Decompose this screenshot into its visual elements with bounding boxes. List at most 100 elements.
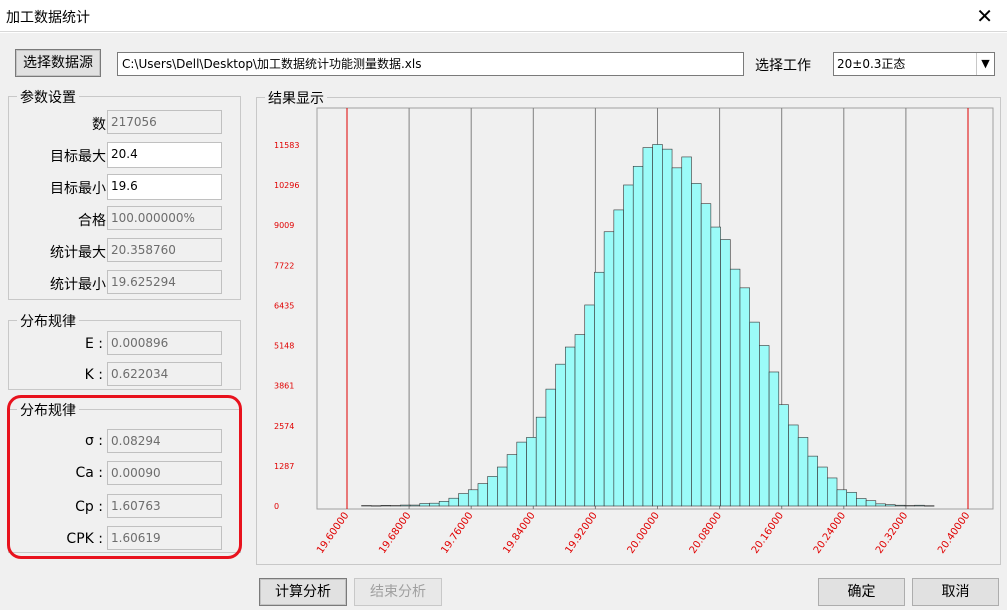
target-max-label: 目标最大 [50,149,106,165]
select-work-label: 选择工作 [755,58,811,74]
histogram-bar [419,503,430,507]
k-value-field: 0.622034 [107,362,222,386]
histogram-bar [807,455,818,507]
pass-label: 合格 [78,213,106,229]
y-tick-label: 1287 [274,462,294,471]
dist-group-1-title: 分布规律 [17,311,79,331]
histogram-bar [739,287,750,507]
work-select[interactable]: 20±0.3正态 ▼ [833,52,995,76]
histogram-bar [924,505,935,507]
histogram-bar [652,144,663,507]
histogram-bar [429,502,440,507]
select-source-button[interactable]: 选择数据源 [15,49,101,77]
title-bar: 加工数据统计 ✕ [0,0,1007,32]
histogram-bar [487,476,498,507]
histogram-bar [613,209,624,507]
target-max-field[interactable]: 20.4 [107,142,222,168]
histogram-bar [526,437,537,507]
histogram-bar [623,184,634,507]
pass-rate-field: 100.000000% [107,206,222,230]
histogram-bar [545,388,556,507]
chevron-down-icon[interactable]: ▼ [976,53,994,75]
x-tick-label: 20.08000 [688,510,724,555]
x-tick-label: 20.16000 [750,510,786,555]
x-tick-label: 19.76000 [439,510,475,555]
histogram-bar [370,505,382,507]
target-min-field[interactable]: 19.6 [107,174,222,200]
histogram-bar [700,203,712,507]
histogram-bar [710,226,721,507]
histogram-bar [565,346,576,507]
close-icon[interactable]: ✕ [976,4,993,28]
histogram-bar [390,505,401,507]
histogram-bar [836,489,848,507]
stat-min-label: 统计最小 [50,277,106,293]
y-tick-label: 11583 [274,141,299,150]
histogram-bar [671,167,683,507]
histogram-bar [797,437,809,507]
histogram-bar [497,466,508,507]
histogram-bar [632,165,644,507]
params-group-title: 参数设置 [17,87,79,107]
histogram-bar [584,304,595,507]
work-select-value: 20±0.3正态 [837,57,906,71]
k-label: K : [84,367,103,383]
stat-min-field: 19.625294 [107,270,222,294]
histogram-bar [506,454,518,507]
dialog-client: 选择数据源 C:\Users\Dell\Desktop\加工数据统计功能测量数据… [0,33,1007,610]
histogram-bar [749,321,760,507]
histogram-bar [681,156,692,507]
histogram-bar [438,501,450,507]
target-min-label: 目标最小 [50,181,106,197]
histogram-bar [904,505,915,507]
histogram-bar [400,504,411,507]
count-field: 217056 [107,110,222,134]
histogram-bar [594,271,605,507]
histogram-bar [826,477,838,507]
histogram-bar [856,498,867,507]
x-tick-label: 20.00000 [626,510,662,555]
x-tick-label: 19.60000 [315,510,351,555]
stat-max-field: 20.358760 [107,238,222,262]
histogram-bar [603,231,615,507]
y-tick-label: 5148 [274,342,294,351]
stat-max-label: 统计最大 [50,245,106,261]
histogram-bar [477,483,488,507]
window-title: 加工数据统计 [6,10,90,26]
histogram-bar [535,416,547,507]
calc-analysis-button[interactable]: 计算分析 [259,578,347,606]
histogram-bar [768,371,780,507]
x-tick-label: 19.92000 [563,510,599,555]
e-label: E : [84,336,103,352]
histogram-bar [759,345,770,507]
y-tick-label: 0 [274,502,279,511]
source-path-field[interactable]: C:\Users\Dell\Desktop\加工数据统计功能测量数据.xls [117,52,744,76]
count-label: 数 [92,117,106,133]
histogram-bar [720,239,731,507]
x-tick-label: 20.32000 [874,510,910,555]
x-tick-label: 19.84000 [501,510,537,555]
cancel-button[interactable]: 取消 [912,578,999,606]
histogram-bar [662,148,673,507]
y-tick-label: 2574 [274,422,294,431]
histogram-bar [729,268,741,507]
histogram-bar [914,504,925,507]
stop-analysis-button[interactable]: 结束分析 [354,578,442,606]
histogram-bar [894,504,906,507]
x-tick-label: 19.68000 [377,510,413,555]
y-tick-label: 10296 [274,181,299,190]
histogram-bar [361,505,372,507]
histogram-bar [642,147,653,507]
y-tick-label: 7722 [274,261,294,270]
ok-button[interactable]: 确定 [818,578,905,606]
histogram-bar [788,424,799,507]
x-tick-label: 20.24000 [812,510,848,555]
histogram-bar [865,500,877,507]
histogram-bar [817,466,828,507]
y-tick-label: 9009 [274,221,294,230]
histogram-bar [691,183,702,507]
histogram-bar [778,404,789,507]
histogram-bar [875,503,886,507]
histogram-bar [885,504,896,507]
histogram-bar [409,504,421,507]
